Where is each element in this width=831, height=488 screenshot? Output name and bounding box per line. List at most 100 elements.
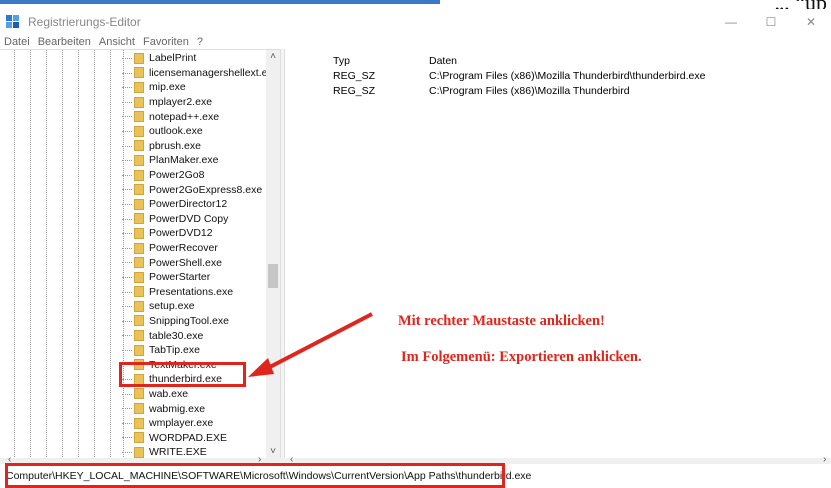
close-button[interactable]: ✕ xyxy=(791,9,831,35)
tree-item[interactable]: table30.exe xyxy=(120,328,279,343)
tree-item[interactable]: PowerDVD12 xyxy=(120,226,279,241)
tree-connector xyxy=(122,452,132,454)
tree-item[interactable]: setup.exe xyxy=(120,299,279,314)
tree-connector xyxy=(122,349,132,351)
tree-item[interactable]: WORDPAD.EXE xyxy=(120,430,279,445)
tree-item[interactable]: Presentations.exe xyxy=(120,285,279,300)
scroll-up-icon[interactable]: ˄ xyxy=(266,50,280,64)
tree-item-selected[interactable]: thunderbird.exe xyxy=(120,372,279,387)
tree-connector xyxy=(122,72,132,74)
scroll-thumb[interactable] xyxy=(268,264,278,288)
window-title: Registrierungs-Editor xyxy=(28,15,141,29)
folder-icon xyxy=(134,388,144,400)
tree-item[interactable]: mip.exe xyxy=(120,80,279,95)
tree-item-label: LabelPrint xyxy=(149,52,197,65)
folder-icon xyxy=(134,67,144,79)
tree-item-label: mplayer2.exe xyxy=(149,96,213,109)
tree-connector xyxy=(122,408,132,410)
tree-item[interactable]: notepad++.exe xyxy=(120,109,279,124)
tree-item[interactable]: outlook.exe xyxy=(120,124,279,139)
maximize-button[interactable]: ☐ xyxy=(751,9,791,35)
value-type: REG_SZ xyxy=(333,85,376,97)
tree-item-label: SnippingTool.exe xyxy=(149,314,229,327)
tree-guide-lines xyxy=(0,50,140,458)
tree-connector xyxy=(122,393,132,395)
folder-icon xyxy=(134,227,144,239)
tree-connector xyxy=(122,247,132,249)
menu-favoriten[interactable]: Favoriten xyxy=(143,36,189,48)
tree-item-label: Power2GoExpress8.exe xyxy=(149,183,263,196)
tree-vertical-scrollbar[interactable]: ˄ ˅ xyxy=(266,50,280,458)
registry-tree: LabelPrint licensemanagershellext.exe mip.… xyxy=(0,49,280,458)
menu-ansicht[interactable]: Ansicht xyxy=(99,36,135,48)
folder-icon xyxy=(134,111,144,123)
column-header-data[interactable]: Daten xyxy=(429,55,457,67)
tree-item[interactable]: wab.exe xyxy=(120,387,279,402)
folder-icon xyxy=(134,184,144,196)
tree-connector xyxy=(122,233,132,235)
folder-icon xyxy=(134,213,144,225)
tree-connector xyxy=(122,437,132,439)
top-cropped-strip: „, “up xyxy=(0,0,831,9)
tree-item[interactable]: LabelPrint xyxy=(120,51,279,66)
tree-item-label: mip.exe xyxy=(149,81,186,94)
values-list: Typ Daten REG_SZ C:\Program Files (x86)\… xyxy=(285,49,831,458)
tree-item[interactable]: mplayer2.exe xyxy=(120,95,279,110)
tree-item-label: PowerDVD12 xyxy=(149,227,213,240)
folder-icon xyxy=(134,315,144,327)
tree-item-label: thunderbird.exe xyxy=(149,373,222,386)
tree-key-list: LabelPrint licensemanagershellext.exe mip.… xyxy=(120,51,279,458)
tree-item[interactable]: PowerStarter xyxy=(120,270,279,285)
folder-icon xyxy=(134,271,144,283)
tree-item-label: wmplayer.exe xyxy=(149,417,214,430)
menu-bar: Datei Bearbeiten Ansicht Favoriten ? xyxy=(0,35,831,49)
menu-help[interactable]: ? xyxy=(197,36,203,48)
tree-connector xyxy=(122,320,132,322)
tree-item[interactable]: PowerDVD Copy xyxy=(120,212,279,227)
values-header: Typ Daten xyxy=(285,55,831,69)
tree-item-label: Presentations.exe xyxy=(149,285,234,298)
tree-item[interactable]: PowerShell.exe xyxy=(120,255,279,270)
folder-icon xyxy=(134,169,144,181)
tree-item[interactable]: licensemanagershellext.exe xyxy=(120,66,279,81)
tree-item[interactable]: TextMaker.exe xyxy=(120,357,279,372)
tree-item[interactable]: PlanMaker.exe xyxy=(120,153,279,168)
folder-icon xyxy=(134,81,144,93)
tree-item-label: wabmig.exe xyxy=(149,402,206,415)
tree-item[interactable]: SnippingTool.exe xyxy=(120,314,279,329)
tree-item[interactable]: wabmig.exe xyxy=(120,401,279,416)
tree-item-label: PowerShell.exe xyxy=(149,256,222,269)
value-row[interactable]: REG_SZ C:\Program Files (x86)\Mozilla Th… xyxy=(285,85,831,99)
tree-connector xyxy=(122,291,132,293)
tree-item-label: pbrush.exe xyxy=(149,139,201,152)
registry-editor-icon xyxy=(6,15,20,29)
folder-icon xyxy=(134,125,144,137)
folder-icon xyxy=(134,446,144,458)
tree-connector xyxy=(122,306,132,308)
minimize-button[interactable]: — xyxy=(711,9,751,35)
status-bar: Computer\HKEY_LOCAL_MACHINE\SOFTWARE\Mic… xyxy=(0,464,831,488)
tree-item[interactable]: Power2Go8 xyxy=(120,168,279,183)
tree-item[interactable]: PowerDirector12 xyxy=(120,197,279,212)
tree-connector xyxy=(122,101,132,103)
tree-item[interactable]: Power2GoExpress8.exe xyxy=(120,182,279,197)
folder-icon xyxy=(134,242,144,254)
value-row[interactable]: REG_SZ C:\Program Files (x86)\Mozilla Th… xyxy=(285,70,831,84)
tree-item[interactable]: PowerRecover xyxy=(120,241,279,256)
tree-connector xyxy=(122,422,132,424)
tree-item[interactable]: pbrush.exe xyxy=(120,139,279,154)
tree-connector xyxy=(122,130,132,132)
tree-connector xyxy=(122,58,132,59)
title-bar: Registrierungs-Editor — ☐ ✕ xyxy=(0,9,831,35)
tree-item-label: PowerDVD Copy xyxy=(149,212,229,225)
cropped-overlay-text: „, “up xyxy=(774,0,827,9)
column-header-type[interactable]: Typ xyxy=(333,55,350,67)
tree-item[interactable]: WRITE.EXE xyxy=(120,445,279,458)
menu-datei[interactable]: Datei xyxy=(4,36,30,48)
tree-item[interactable]: wmplayer.exe xyxy=(120,416,279,431)
scroll-down-icon[interactable]: ˅ xyxy=(266,445,280,458)
tree-item[interactable]: TabTip.exe xyxy=(120,343,279,358)
window-controls: — ☐ ✕ xyxy=(711,9,831,35)
tree-item-label: notepad++.exe xyxy=(149,110,220,123)
menu-bearbeiten[interactable]: Bearbeiten xyxy=(38,36,91,48)
